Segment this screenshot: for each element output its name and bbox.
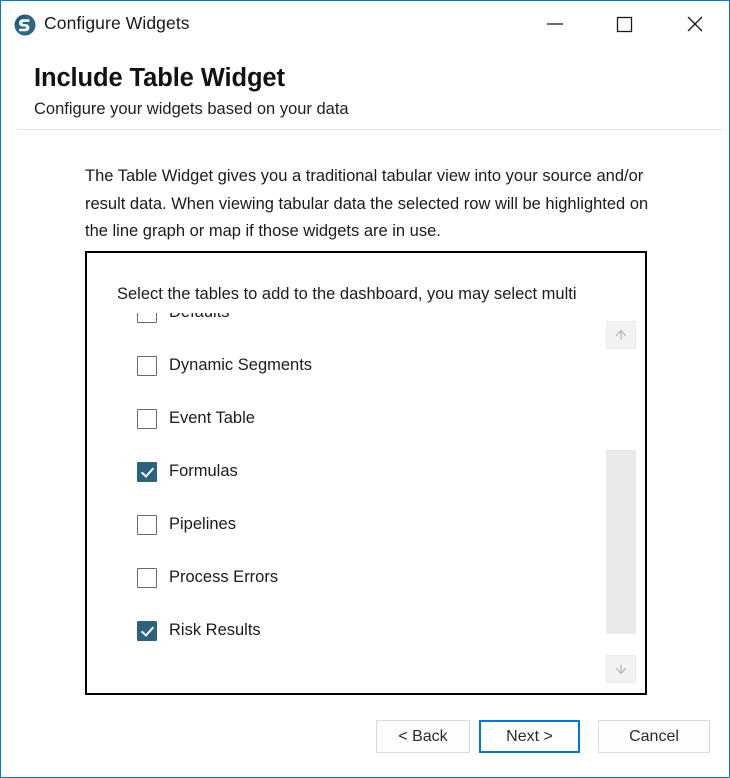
table-list-item[interactable]: Dynamic Segments bbox=[89, 339, 609, 392]
table-selection-prompt: Select the tables to add to the dashboar… bbox=[117, 285, 577, 303]
maximize-button[interactable] bbox=[601, 1, 647, 46]
table-list-item-label: Pipelines bbox=[169, 515, 236, 533]
table-selection-panel: Select the tables to add to the dashboar… bbox=[85, 251, 647, 695]
close-icon bbox=[672, 1, 718, 46]
table-list-item[interactable]: Formulas bbox=[89, 445, 609, 498]
checkbox-icon[interactable] bbox=[137, 355, 157, 376]
checkbox-icon[interactable] bbox=[137, 408, 157, 429]
checkbox-icon[interactable] bbox=[137, 514, 157, 535]
next-button[interactable]: Next > bbox=[479, 720, 580, 753]
table-list-item-label: Defaults bbox=[169, 313, 230, 322]
table-list-item-label: Risk Results bbox=[169, 621, 261, 639]
scroll-down-button[interactable] bbox=[606, 655, 636, 683]
widget-description: The Table Widget gives you a traditional… bbox=[85, 167, 649, 240]
checkbox-checked-icon[interactable] bbox=[137, 620, 157, 641]
table-list-item-label: Event Table bbox=[169, 409, 255, 427]
title-bar: Configure Widgets bbox=[1, 1, 729, 47]
minimize-button[interactable] bbox=[532, 1, 578, 46]
app-logo-icon bbox=[14, 14, 36, 36]
cancel-button[interactable]: Cancel bbox=[598, 720, 710, 753]
configure-widgets-dialog: Configure Widgets Include Table Widget C… bbox=[0, 0, 730, 778]
checkbox-icon[interactable] bbox=[137, 567, 157, 588]
checkbox-icon[interactable] bbox=[137, 313, 157, 323]
arrow-down-icon bbox=[607, 662, 635, 676]
scrollbar-thumb[interactable] bbox=[606, 449, 636, 634]
page-title: Include Table Widget bbox=[34, 64, 285, 92]
table-list-scrollbar[interactable] bbox=[606, 321, 636, 683]
table-list: Defaults Dynamic Segments Event Table Formu… bbox=[89, 313, 609, 657]
table-list-item[interactable]: Risk Results bbox=[89, 604, 609, 657]
scroll-up-button[interactable] bbox=[606, 321, 636, 349]
checkbox-checked-icon[interactable] bbox=[137, 461, 157, 482]
table-list-item[interactable]: Defaults bbox=[89, 313, 609, 339]
table-list-item-label: Formulas bbox=[169, 462, 238, 480]
window-title: Configure Widgets bbox=[44, 13, 190, 33]
table-list-viewport: Defaults Dynamic Segments Event Table Formu… bbox=[89, 313, 609, 688]
table-list-item-label: Dynamic Segments bbox=[169, 356, 313, 374]
arrow-up-icon bbox=[607, 328, 635, 342]
back-button[interactable]: < Back bbox=[376, 720, 470, 753]
minimize-icon bbox=[532, 1, 578, 46]
maximize-icon bbox=[601, 1, 647, 46]
close-button[interactable] bbox=[672, 1, 718, 46]
header-divider bbox=[17, 129, 723, 130]
page-subtitle: Configure your widgets based on your dat… bbox=[34, 100, 349, 118]
table-list-item-label: Process Errors bbox=[169, 568, 279, 586]
table-list-item[interactable]: Process Errors bbox=[89, 551, 609, 604]
table-list-item[interactable]: Pipelines bbox=[89, 498, 609, 551]
table-list-item[interactable]: Event Table bbox=[89, 392, 609, 445]
